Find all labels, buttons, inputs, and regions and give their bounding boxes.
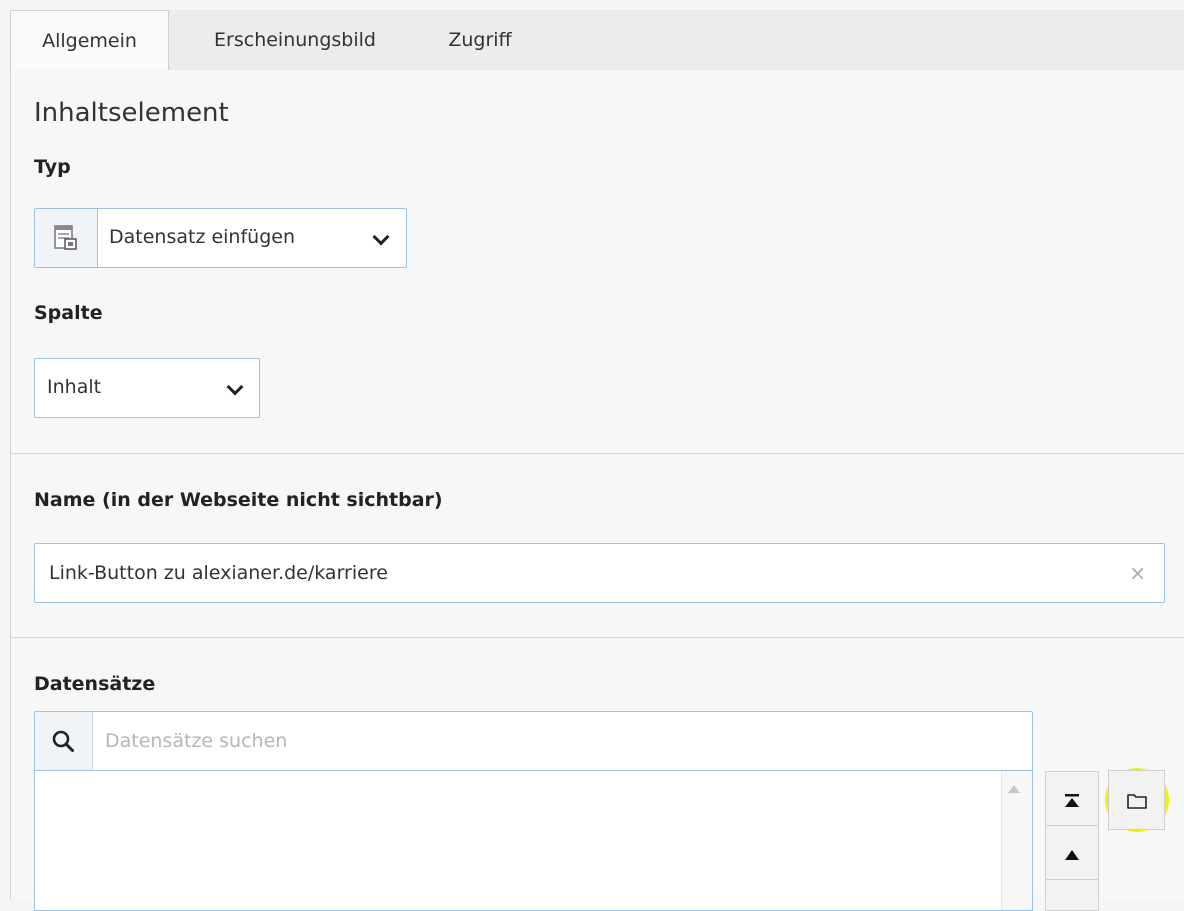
move-up-button[interactable] [1046,826,1098,880]
clear-icon[interactable]: × [1129,544,1146,602]
records-search[interactable]: Datensätze suchen [34,711,1033,771]
name-input[interactable]: Link-Button zu alexianer.de/karriere × [34,543,1165,603]
move-to-top-icon [1065,794,1079,807]
tab-erscheinungsbild[interactable]: Erscheinungsbild [180,10,410,70]
name-label: Name (in der Webseite nicht sichtbar) [34,489,443,511]
column-select-value: Inhalt [47,376,102,398]
tab-allgemein[interactable]: Allgemein [10,10,169,72]
tab-label: Allgemein [42,30,137,52]
column-select[interactable]: Inhalt [34,358,260,418]
type-select[interactable]: Datensatz einfügen [34,208,407,268]
tab-bar: Allgemein Erscheinungsbild Zugriff [10,10,1184,72]
move-to-top-button[interactable] [1046,772,1098,826]
section-title: Inhaltselement [34,98,229,128]
scrollbar[interactable] [1001,771,1032,910]
chevron-down-icon [372,228,390,246]
chevron-down-icon [226,378,244,396]
column-label: Spalte [34,302,103,324]
form-panel: Inhaltselement Typ Datensatz einfügen Sp… [10,70,1184,911]
tab-label: Zugriff [448,29,512,51]
type-icon-box [35,209,98,267]
search-icon [52,730,74,752]
folder-icon [1127,794,1147,809]
tab-zugriff[interactable]: Zugriff [425,10,535,70]
type-select-value: Datensatz einfügen [109,226,295,248]
records-list[interactable] [34,771,1033,911]
type-label: Typ [34,156,71,178]
divider [11,453,1184,454]
browse-records-button[interactable] [1108,770,1165,830]
move-up-icon [1065,850,1079,860]
scroll-up-icon[interactable] [1008,785,1020,793]
name-input-value: Link-Button zu alexianer.de/karriere [49,562,388,584]
divider [11,637,1184,638]
move-button-group [1045,771,1099,911]
tab-label: Erscheinungsbild [214,29,376,51]
search-placeholder: Datensätze suchen [105,730,288,752]
search-button[interactable] [35,712,93,770]
record-insert-icon [54,225,77,250]
records-label: Datensätze [34,673,156,695]
